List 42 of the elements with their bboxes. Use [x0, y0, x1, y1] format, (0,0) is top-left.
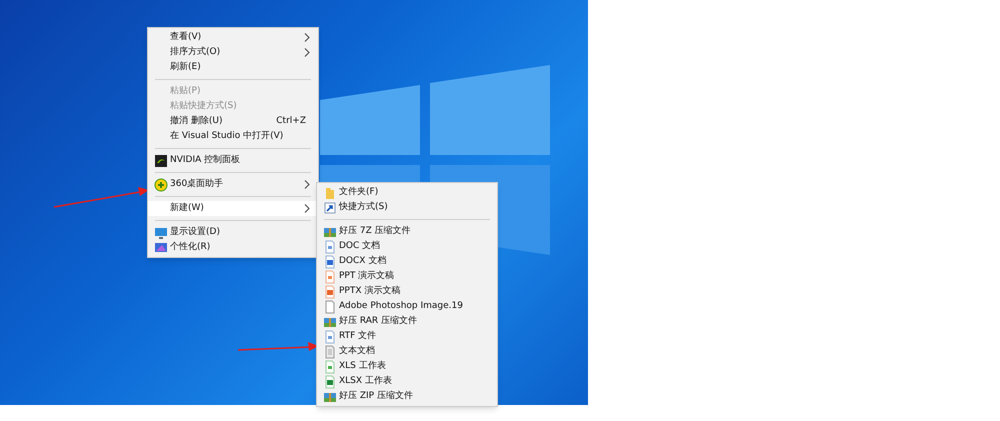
menu-item[interactable]: XLS 工作表: [317, 359, 497, 374]
menu-item[interactable]: 新建(W): [148, 201, 318, 216]
menu-item[interactable]: DOCX 文档: [317, 254, 497, 269]
archive-icon: [323, 225, 337, 239]
spreadsheet-icon: [323, 360, 337, 374]
shortcut-text: Ctrl+Z: [276, 114, 306, 128]
menu-item[interactable]: 好压 ZIP 压缩文件: [317, 389, 497, 404]
picture-icon: [154, 241, 168, 255]
document-icon: [323, 285, 337, 299]
menu-item[interactable]: XLSX 工作表: [317, 374, 497, 389]
menu-item[interactable]: DOC 文档: [317, 239, 497, 254]
menu-item[interactable]: 在 Visual Studio 中打开(V): [148, 129, 318, 144]
menu-item[interactable]: PPTX 演示文稿: [317, 284, 497, 299]
blank-file-icon: [323, 300, 337, 314]
document-icon: [323, 270, 337, 284]
archive-icon: [323, 315, 337, 329]
menu-item[interactable]: 显示设置(D): [148, 225, 318, 240]
menu-item[interactable]: RTF 文件: [317, 329, 497, 344]
document-icon: [323, 240, 337, 254]
menu-item[interactable]: 刷新(E): [148, 60, 318, 75]
menu-item[interactable]: 360桌面助手: [148, 177, 318, 192]
menu-item[interactable]: 撤消 删除(U) Ctrl+Z: [148, 114, 318, 129]
menu-item[interactable]: 好压 7Z 压缩文件: [317, 224, 497, 239]
menu-item[interactable]: 文件夹(F): [317, 185, 497, 200]
menu-item[interactable]: Adobe Photoshop Image.19: [317, 299, 497, 314]
menu-item[interactable]: 查看(V): [148, 30, 318, 45]
document-icon: [323, 255, 337, 269]
monitor-icon: [154, 226, 168, 240]
menu-item[interactable]: 快捷方式(S): [317, 200, 497, 215]
menu-item[interactable]: PPT 演示文稿: [317, 269, 497, 284]
menu-item[interactable]: 个性化(R): [148, 240, 318, 255]
chip-icon: [154, 154, 168, 168]
plus-circle-icon: [154, 178, 168, 192]
menu-item[interactable]: NVIDIA 控制面板: [148, 153, 318, 168]
menu-item[interactable]: 好压 RAR 压缩文件: [317, 314, 497, 329]
spreadsheet-icon: [323, 375, 337, 389]
text-file-icon: [323, 345, 337, 359]
menu-item[interactable]: 文本文档: [317, 344, 497, 359]
archive-icon: [323, 390, 337, 404]
document-icon: [323, 330, 337, 344]
menu-item[interactable]: 排序方式(O): [148, 45, 318, 60]
folder-icon: [323, 186, 337, 200]
